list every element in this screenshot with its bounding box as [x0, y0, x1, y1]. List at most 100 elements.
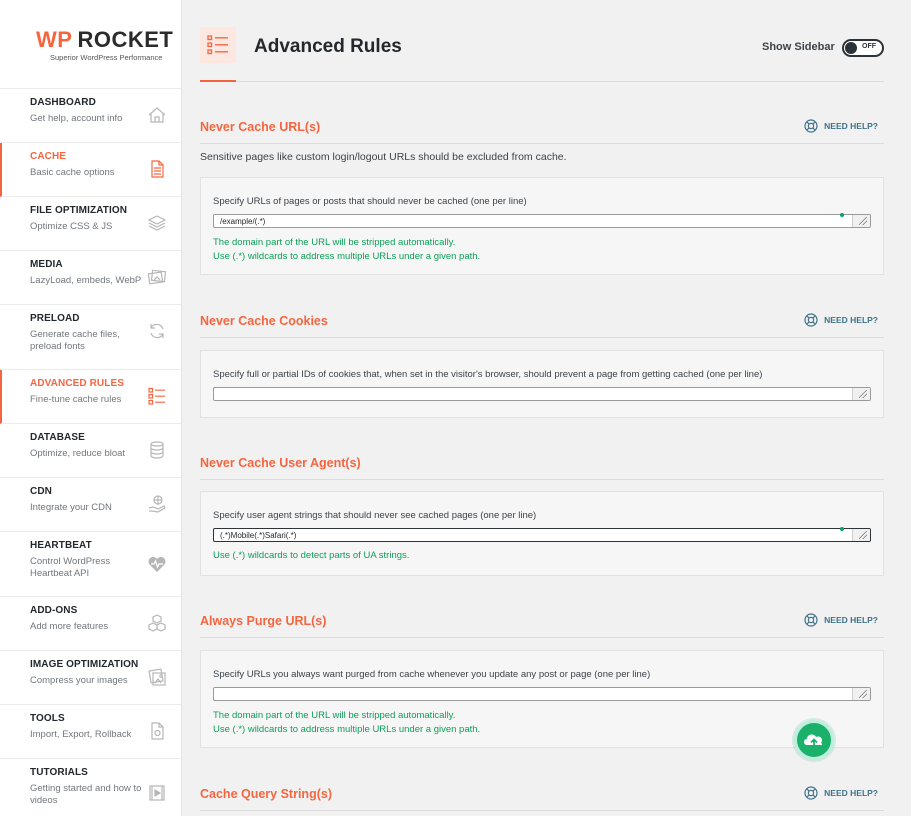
sidebar-item-desc: Add more features	[30, 621, 109, 632]
document-icon	[151, 160, 164, 178]
checklist-icon	[207, 35, 228, 55]
tools-file-icon	[151, 722, 164, 740]
heartbeat-icon	[148, 557, 166, 572]
field-label: Specify URLs of pages or posts that shou…	[213, 196, 527, 207]
toggle-state: OFF	[862, 43, 876, 50]
sidebar-item-desc: Import, Export, Rollback	[30, 729, 132, 740]
logo-rocket: ROCKET	[77, 26, 174, 52]
show-sidebar-label: Show Sidebar	[762, 41, 835, 53]
cubes-icon	[148, 614, 166, 632]
never-cache-cookies-box: Specify full or partial IDs of cookies t…	[200, 350, 884, 418]
never-cache-cookies-textarea[interactable]	[213, 387, 871, 401]
need-help-label: NEED HELP?	[824, 615, 878, 625]
header-accent-underline	[200, 80, 236, 82]
sidebar-item-heartbeat[interactable]: HEARTBEAT Control WordPress Heartbeat AP…	[0, 532, 181, 597]
sidebar-item-tutorials[interactable]: TUTORIALS Getting started and how to vid…	[0, 759, 181, 816]
sidebar-item-title: TUTORIALS	[30, 767, 88, 778]
section-never-cache-urls: Never Cache URL(s) NEED HELP?	[200, 118, 884, 144]
sidebar-item-advanced-rules[interactable]: ADVANCED RULES Fine-tune cache rules	[0, 370, 181, 424]
textarea-value: (.*)Mobile(.*)Safari(.*)	[220, 531, 297, 540]
sidebar-item-media[interactable]: MEDIA LazyLoad, embeds, WebP	[0, 251, 181, 305]
field-label: Specify URLs you always want purged from…	[213, 669, 651, 680]
section-never-cache-user-agents: Never Cache User Agent(s)	[200, 454, 884, 480]
resize-handle[interactable]	[852, 388, 870, 400]
logo-wordmark: WP ROCKET	[36, 27, 181, 53]
status-dot	[840, 527, 844, 531]
sidebar-nav: DASHBOARD Get help, account info CACHE B…	[0, 89, 181, 816]
sidebar-item-desc: Basic cache options	[30, 167, 115, 178]
images-icon	[147, 269, 167, 285]
sidebar-item-preload[interactable]: PRELOAD Generate cache files, preload fo…	[0, 305, 181, 370]
sidebar: WP ROCKET Superior WordPress Performance…	[0, 0, 182, 816]
sidebar-item-desc: Integrate your CDN	[30, 502, 112, 513]
sidebar-item-title: HEARTBEAT	[30, 540, 92, 551]
support-chat-button[interactable]	[794, 720, 834, 760]
wp-rocket-logo[interactable]: WP ROCKET Superior WordPress Performance	[0, 0, 181, 89]
resize-handle[interactable]	[852, 215, 870, 227]
video-icon	[149, 785, 165, 801]
sidebar-item-desc: Get help, account info	[30, 113, 123, 124]
need-help-link[interactable]: NEED HELP?	[804, 313, 878, 327]
sidebar-item-desc: Optimize, reduce bloat	[30, 448, 126, 459]
resize-handle[interactable]	[852, 529, 870, 541]
main-content: Advanced Rules Show Sidebar OFF Never Ca…	[182, 0, 911, 816]
section-title: Cache Query String(s)	[200, 787, 332, 801]
show-sidebar-toggle[interactable]: OFF	[842, 39, 884, 57]
need-help-link[interactable]: NEED HELP?	[804, 786, 878, 800]
sidebar-item-desc: Optimize CSS & JS	[30, 221, 113, 232]
sidebar-item-database[interactable]: DATABASE Optimize, reduce bloat	[0, 424, 181, 478]
sidebar-item-desc: LazyLoad, embeds, WebP	[30, 275, 142, 286]
lifebuoy-icon	[804, 119, 818, 133]
sidebar-item-tools[interactable]: TOOLS Import, Export, Rollback	[0, 705, 181, 759]
image-optimize-icon	[148, 668, 166, 686]
refresh-icon	[150, 323, 164, 339]
section-never-cache-cookies: Never Cache Cookies NEED HELP?	[200, 312, 884, 338]
helper-note: The domain part of the URL will be strip…	[213, 237, 456, 248]
sidebar-item-add-ons[interactable]: ADD-ONS Add more features	[0, 597, 181, 651]
section-description: Sensitive pages like custom login/logout…	[200, 151, 567, 163]
section-always-purge-urls: Always Purge URL(s) NEED HELP?	[200, 612, 884, 638]
never-cache-urls-box: Specify URLs of pages or posts that shou…	[200, 177, 884, 275]
need-help-label: NEED HELP?	[824, 315, 878, 325]
field-label: Specify full or partial IDs of cookies t…	[213, 369, 763, 380]
sidebar-item-desc: Control WordPress Heartbeat API	[30, 556, 111, 579]
logo-wp: WP	[36, 26, 73, 52]
need-help-label: NEED HELP?	[824, 121, 878, 131]
lifebuoy-icon	[804, 313, 818, 327]
always-purge-urls-box: Specify URLs you always want purged from…	[200, 650, 884, 748]
wp-rocket-settings: WP ROCKET Superior WordPress Performance…	[0, 0, 911, 816]
never-cache-user-agents-textarea[interactable]: (.*)Mobile(.*)Safari(.*)	[213, 528, 871, 542]
always-purge-urls-textarea[interactable]	[213, 687, 871, 701]
checklist-icon	[148, 387, 165, 405]
section-title: Never Cache URL(s)	[200, 120, 321, 134]
textarea-value: /example/(.*)	[220, 217, 266, 226]
cloud-upload-icon	[804, 734, 823, 747]
section-title: Never Cache User Agent(s)	[200, 456, 361, 470]
need-help-link[interactable]: NEED HELP?	[804, 119, 878, 133]
layers-icon	[147, 215, 167, 231]
page-title: Advanced Rules	[254, 36, 402, 57]
lifebuoy-icon	[804, 613, 818, 627]
sidebar-item-file-optimization[interactable]: FILE OPTIMIZATION Optimize CSS & JS	[0, 197, 181, 251]
field-label: Specify user agent strings that should n…	[213, 510, 537, 521]
resize-handle[interactable]	[852, 688, 870, 700]
database-icon	[150, 441, 164, 459]
page-header: Advanced Rules Show Sidebar OFF	[200, 0, 884, 82]
sidebar-item-image-optimization[interactable]: IMAGE OPTIMIZATION Compress your images	[0, 651, 181, 705]
never-cache-urls-textarea[interactable]: /example/(.*)	[213, 214, 871, 228]
sidebar-item-cdn[interactable]: CDN Integrate your CDN	[0, 478, 181, 532]
lifebuoy-icon	[804, 786, 818, 800]
section-title: Never Cache Cookies	[200, 314, 328, 328]
need-help-link[interactable]: NEED HELP?	[804, 613, 878, 627]
helper-note: Use (.*) wildcards to detect parts of UA…	[213, 550, 410, 561]
helper-note: Use (.*) wildcards to address multiple U…	[213, 251, 481, 262]
section-title: Always Purge URL(s)	[200, 614, 327, 628]
cdn-hand-icon	[148, 495, 166, 513]
sidebar-item-cache[interactable]: CACHE Basic cache options	[0, 143, 181, 197]
home-icon	[148, 107, 166, 123]
sidebar-item-desc: Getting started and how to videos	[30, 783, 142, 806]
helper-note: The domain part of the URL will be strip…	[213, 710, 456, 721]
section-cache-query-strings: Cache Query String(s) NEED HELP?	[200, 785, 884, 811]
sidebar-item-dashboard[interactable]: DASHBOARD Get help, account info	[0, 89, 181, 143]
logo-tagline: Superior WordPress Performance	[50, 52, 163, 62]
